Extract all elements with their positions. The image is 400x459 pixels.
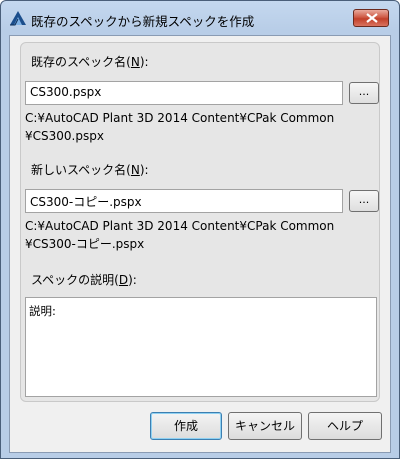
existing-spec-label: 既存のスペック名(N): (31, 55, 149, 69)
new-spec-field[interactable]: CS300-コピー.pspx (25, 189, 343, 213)
spec-description-label: スペックの説明(D): (31, 273, 137, 287)
create-button[interactable]: 作成 (150, 412, 222, 440)
existing-browse-button[interactable]: ... (349, 82, 379, 104)
existing-spec-path-line1: C:¥AutoCAD Plant 3D 2014 Content¥CPak Co… (25, 111, 335, 125)
new-spec-path-line2: ¥CS300-コピー.pspx (25, 237, 145, 251)
window-title: 既存のスペックから新規スペックを作成 (31, 14, 255, 29)
dialog-window: 既存のスペックから新規スペックを作成 既存のスペック名(N): CS300.ps… (0, 0, 400, 459)
cancel-button[interactable]: キャンセル (228, 412, 302, 440)
dialog-client-area: 既存のスペック名(N): CS300.pspx ... C:¥AutoCAD P… (9, 35, 391, 453)
new-browse-button[interactable]: ... (349, 190, 379, 212)
spec-description-textarea[interactable]: 説明: (25, 297, 377, 397)
title-bar[interactable]: 既存のスペックから新規スペックを作成 (1, 1, 399, 35)
existing-spec-field[interactable]: CS300.pspx (25, 81, 343, 105)
close-button[interactable] (353, 9, 389, 27)
close-x-icon (366, 13, 378, 23)
help-button[interactable]: ヘルプ (308, 412, 382, 440)
existing-spec-path-line2: ¥CS300.pspx (25, 129, 104, 143)
autocad-a-icon (9, 9, 27, 27)
new-spec-label: 新しいスペック名(N): (31, 163, 149, 177)
new-spec-path-line1: C:¥AutoCAD Plant 3D 2014 Content¥CPak Co… (25, 219, 335, 233)
form-group-panel: 既存のスペック名(N): CS300.pspx ... C:¥AutoCAD P… (20, 42, 380, 402)
